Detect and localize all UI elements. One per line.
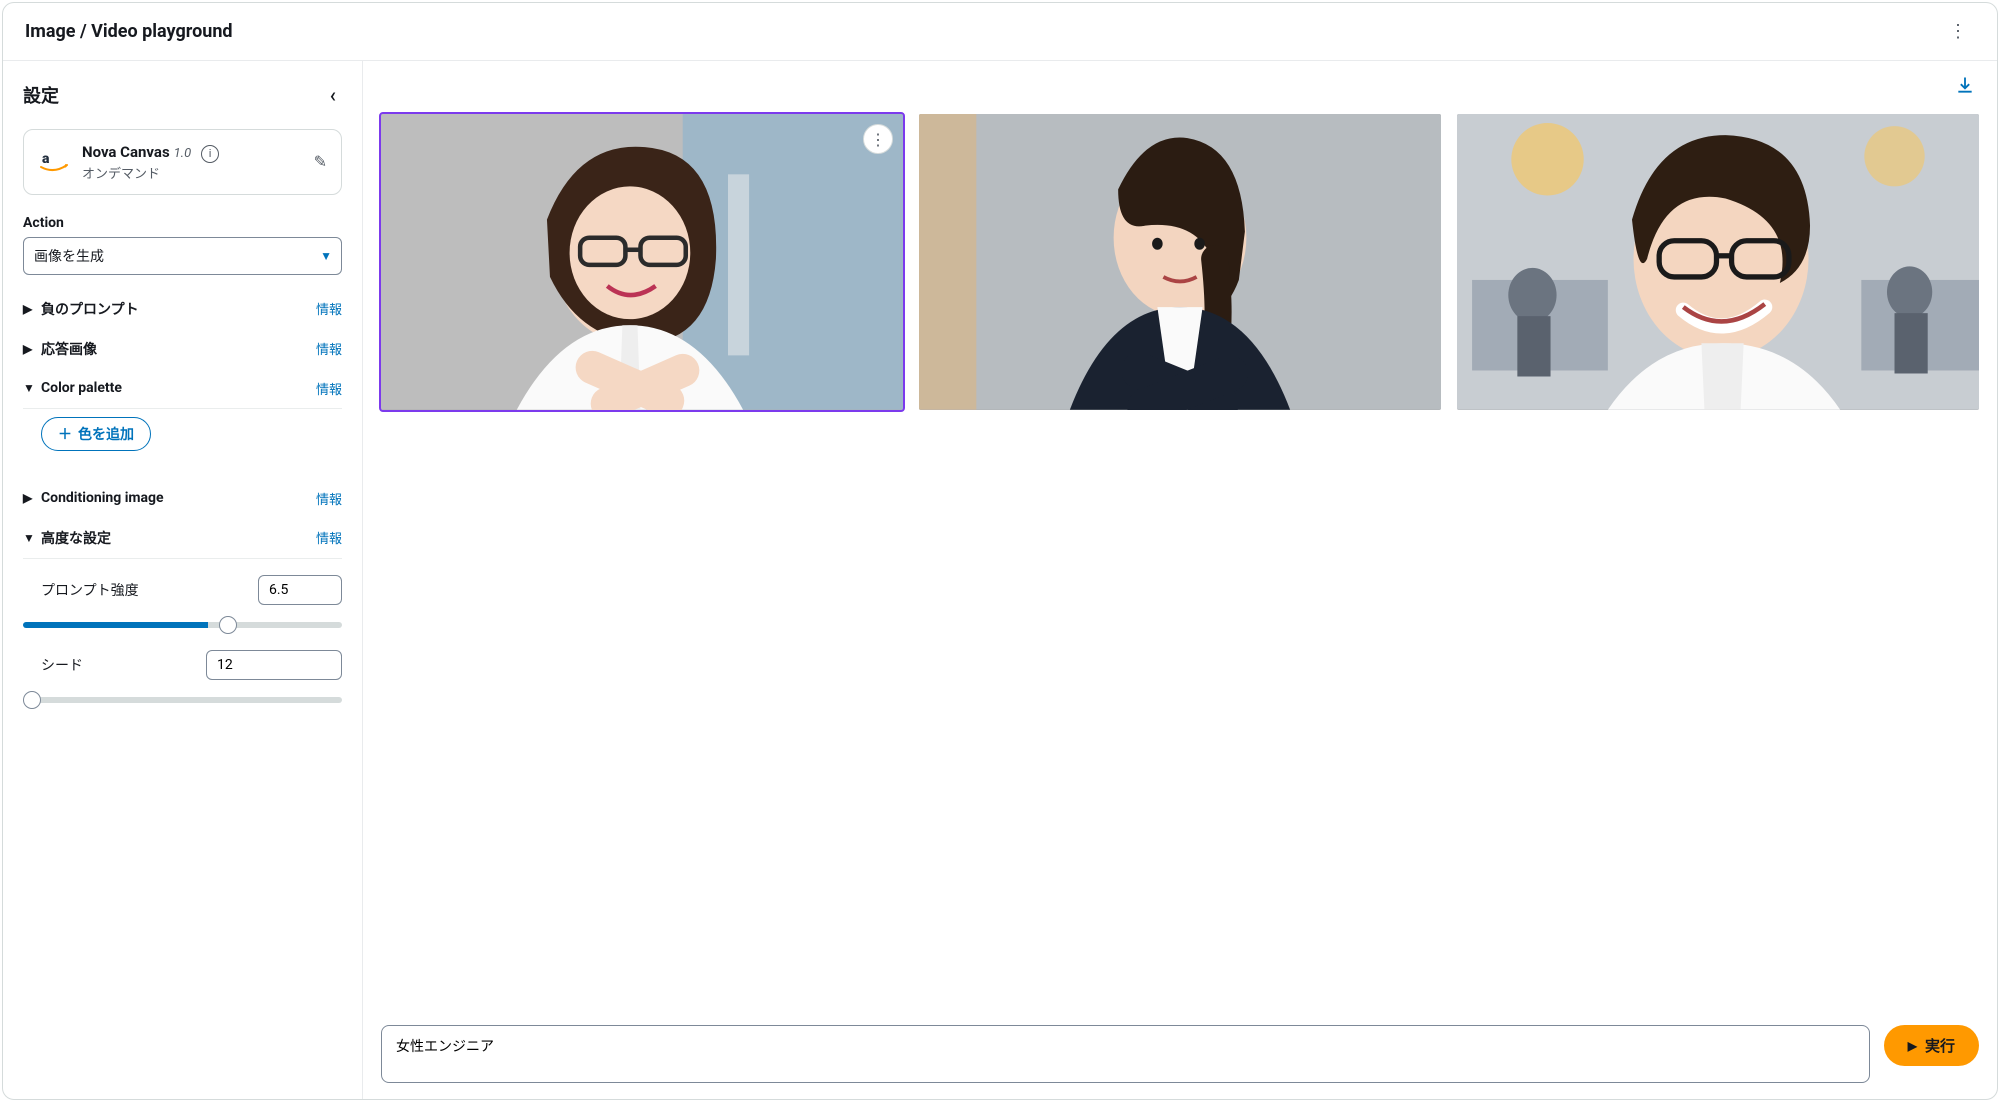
settings-sidebar: 設定 ‹ a Nova Canvas 1.0 i オンデマンド ✎ <box>3 61 363 1099</box>
generated-image-2[interactable] <box>919 114 1441 410</box>
response-image-toggle[interactable]: ▶ 応答画像 <box>23 339 97 359</box>
collapse-sidebar-button[interactable]: ‹ <box>324 79 342 111</box>
plus-icon: ＋ <box>58 424 72 444</box>
kebab-icon: ⋮ <box>870 130 886 149</box>
conditioning-image-info-link[interactable]: 情報 <box>316 489 342 508</box>
seed-label: シード <box>41 655 83 675</box>
model-subtitle: オンデマンド <box>82 163 294 182</box>
image-menu-button[interactable]: ⋮ <box>863 124 893 154</box>
generated-image-1[interactable]: ⋮ <box>381 114 903 410</box>
chevron-left-icon: ‹ <box>330 83 336 107</box>
conditioning-image-toggle[interactable]: ▶ Conditioning image <box>23 490 164 506</box>
conditioning-image-label: Conditioning image <box>41 490 164 506</box>
model-card: a Nova Canvas 1.0 i オンデマンド ✎ <box>23 129 342 195</box>
edit-icon[interactable]: ✎ <box>314 152 327 171</box>
caret-right-icon: ▶ <box>23 302 35 316</box>
negative-prompt-info-link[interactable]: 情報 <box>316 299 342 318</box>
prompt-bar: ▶ 実行 <box>381 1025 1979 1083</box>
page-title: Image / Video playground <box>25 21 233 42</box>
header: Image / Video playground ⋮ <box>3 3 1997 61</box>
negative-prompt-toggle[interactable]: ▶ 負のプロンプト <box>23 299 139 319</box>
add-color-label: 色を追加 <box>78 424 134 444</box>
main-panel: ⋮ <box>363 61 1997 1099</box>
download-icon <box>1955 79 1975 100</box>
amazon-logo-icon: a <box>38 146 70 178</box>
action-label: Action <box>23 215 342 231</box>
prompt-strength-label: プロンプト強度 <box>41 580 139 600</box>
action-select[interactable]: 画像を生成 <box>23 237 342 275</box>
caret-right-icon: ▶ <box>23 491 35 505</box>
header-menu-button[interactable]: ⋮ <box>1941 17 1975 46</box>
caret-right-icon: ▶ <box>23 342 35 356</box>
color-palette-toggle[interactable]: ▼ Color palette <box>23 380 122 396</box>
run-button-label: 実行 <box>1925 1035 1955 1056</box>
model-version: 1.0 <box>174 146 192 161</box>
caret-down-icon: ▼ <box>23 381 35 395</box>
seed-slider[interactable] <box>23 697 342 703</box>
color-palette-info-link[interactable]: 情報 <box>316 379 342 398</box>
advanced-settings-info-link[interactable]: 情報 <box>316 528 342 547</box>
sidebar-title: 設定 <box>23 82 59 108</box>
kebab-icon: ⋮ <box>1949 21 1967 42</box>
download-button[interactable] <box>1951 71 1979 104</box>
negative-prompt-label: 負のプロンプト <box>41 299 139 319</box>
response-image-label: 応答画像 <box>41 339 97 359</box>
info-icon[interactable]: i <box>201 145 219 163</box>
play-icon: ▶ <box>1908 1039 1917 1053</box>
advanced-settings-toggle[interactable]: ▼ 高度な設定 <box>23 528 111 548</box>
response-image-info-link[interactable]: 情報 <box>316 339 342 358</box>
run-button[interactable]: ▶ 実行 <box>1884 1025 1979 1066</box>
model-name: Nova Canvas <box>82 143 170 161</box>
image-gallery: ⋮ <box>363 104 1997 420</box>
prompt-strength-slider[interactable] <box>23 622 342 628</box>
advanced-settings-label: 高度な設定 <box>41 528 111 548</box>
caret-down-icon: ▼ <box>23 531 35 545</box>
action-selected-value: 画像を生成 <box>34 249 104 265</box>
prompt-input[interactable] <box>381 1025 1870 1083</box>
color-palette-label: Color palette <box>41 380 122 396</box>
add-color-button[interactable]: ＋ 色を追加 <box>41 417 151 451</box>
svg-text:a: a <box>42 151 50 167</box>
generated-image-3[interactable] <box>1457 114 1979 410</box>
prompt-strength-input[interactable] <box>258 575 342 605</box>
seed-input[interactable] <box>206 650 342 680</box>
